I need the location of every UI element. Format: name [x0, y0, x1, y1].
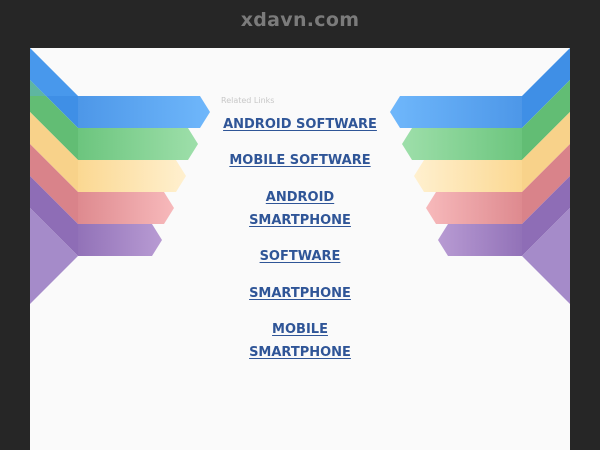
link-label: SMARTPHONE — [249, 213, 351, 228]
link-label: SMARTPHONE — [249, 286, 351, 301]
link-label: MOBILE — [272, 322, 328, 337]
link-label: ANDROID SOFTWARE — [223, 117, 377, 132]
link-software[interactable]: SOFTWARE — [180, 245, 420, 268]
site-title: xdavn.com — [240, 9, 360, 31]
link-label: SMARTPHONE — [249, 345, 351, 360]
link-label: ANDROID — [265, 190, 335, 205]
link-android-software[interactable]: ANDROID SOFTWARE — [180, 113, 420, 136]
link-android-smartphone[interactable]: ANDROID SMARTPHONE — [180, 186, 420, 232]
link-label: MOBILE SOFTWARE — [229, 153, 371, 168]
link-mobile-software[interactable]: MOBILE SOFTWARE — [180, 149, 420, 172]
link-mobile-smartphone[interactable]: MOBILE SMARTPHONE — [180, 318, 420, 364]
link-label: SOFTWARE — [259, 249, 341, 264]
content-panel: Related Links ANDROID SOFTWARE MOBILE SO… — [30, 48, 570, 450]
related-links-heading: Related Links — [221, 96, 275, 105]
link-smartphone[interactable]: SMARTPHONE — [180, 282, 420, 305]
